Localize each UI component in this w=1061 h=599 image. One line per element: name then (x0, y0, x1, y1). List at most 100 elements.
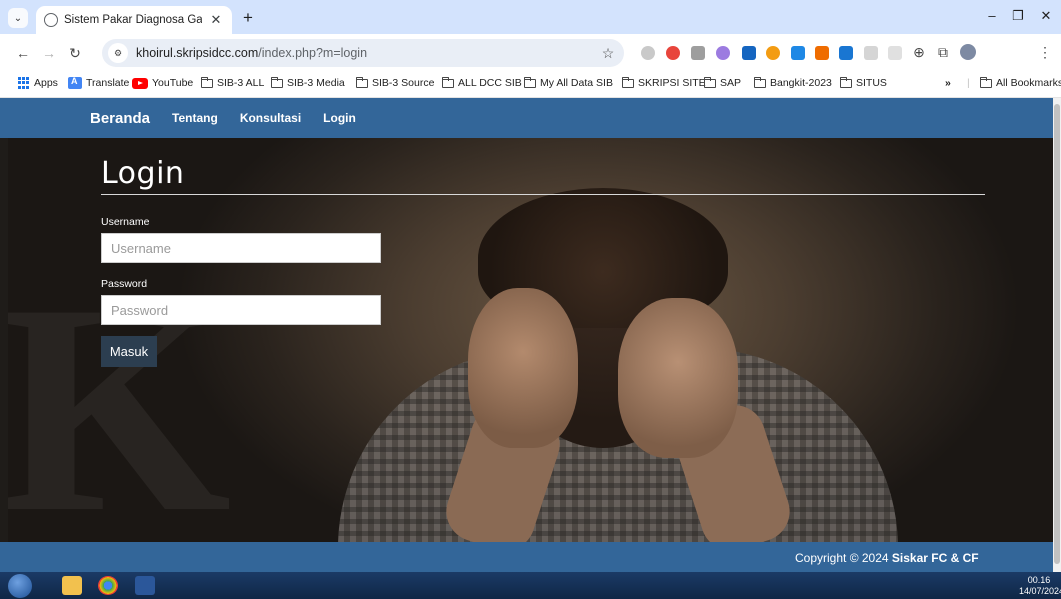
site-info-icon[interactable]: ⚙ (108, 43, 128, 63)
bookmark-label: SKRIPSI SITE (638, 77, 706, 89)
bookmark-label: SAP (720, 77, 742, 89)
bookmark-youtube[interactable]: YouTube (132, 77, 193, 89)
title-divider (101, 194, 985, 195)
translate-icon (68, 76, 82, 89)
hero-figure-hand (468, 288, 578, 448)
bookmark-label: My All Data SIB (540, 77, 613, 89)
bookmarks-bar: Apps Translate YouTube SIB-3 ALL SIB-3 M… (0, 72, 1061, 98)
forward-arrow-icon[interactable]: → (40, 45, 58, 61)
bookmark-label: All Bookmarks (996, 77, 1061, 89)
page-title: Login (101, 156, 185, 191)
folder-icon (979, 76, 992, 88)
bookmark-folder[interactable]: SITUS (839, 76, 887, 89)
tab-search-chevron-icon[interactable]: ⌄ (8, 8, 28, 28)
menu-kebab-icon[interactable]: ⋮ (1036, 44, 1054, 61)
copyright-text: Copyright © 2024 Siskar FC & CF (795, 551, 979, 565)
extension-icon[interactable] (666, 46, 680, 60)
download-icon[interactable]: ⊕ (910, 44, 928, 61)
extension-icon[interactable] (815, 46, 829, 60)
apps-grid-icon (18, 77, 30, 89)
profile-avatar-icon[interactable] (960, 44, 976, 60)
close-window-button[interactable]: ✕ (1036, 8, 1056, 24)
bookmark-folder[interactable]: My All Data SIB (523, 76, 613, 89)
bookmark-folder[interactable]: SIB-3 ALL (200, 76, 265, 89)
bookmark-folder[interactable]: ALL DCC SIB (441, 76, 522, 89)
nav-link-tentang[interactable]: Tentang (172, 111, 218, 125)
extension-icon[interactable] (691, 46, 705, 60)
bookmark-folder[interactable]: Bangkit-2023 (753, 76, 832, 89)
back-arrow-icon[interactable]: ← (14, 45, 32, 61)
extension-icon[interactable] (742, 46, 756, 60)
scrollbar-thumb[interactable] (1054, 104, 1060, 564)
bookmark-star-icon[interactable]: ☆ (596, 45, 620, 62)
nav-link-konsultasi[interactable]: Konsultasi (240, 111, 301, 125)
url-path: /index.php?m=login (258, 46, 368, 60)
file-explorer-icon[interactable] (62, 576, 82, 595)
bookmark-label: SIB-3 Media (287, 77, 345, 89)
extensions-puzzle-icon[interactable]: ⧉ (934, 44, 952, 61)
extension-icon[interactable] (864, 46, 878, 60)
bookmark-label: Translate (86, 77, 130, 89)
password-input[interactable] (101, 295, 381, 325)
username-input[interactable] (101, 233, 381, 263)
folder-icon (270, 76, 283, 88)
bookmark-label: ALL DCC SIB (458, 77, 522, 89)
site-navbar: Beranda Tentang Konsultasi Login (0, 98, 1053, 138)
nav-brand-beranda[interactable]: Beranda (90, 110, 150, 127)
url-text[interactable]: khoirul.skripsidcc.com/index.php?m=login (136, 46, 596, 60)
extension-icon[interactable] (839, 46, 853, 60)
folder-icon (200, 76, 213, 88)
folder-icon (621, 76, 634, 88)
clock-date: 14/07/2024 (1019, 586, 1061, 596)
bookmark-folder[interactable]: SKRIPSI SITE (621, 76, 706, 89)
word-icon[interactable] (135, 576, 155, 595)
folder-icon (523, 76, 536, 88)
web-page: K Beranda Tentang Konsultasi Login Login… (0, 98, 1053, 572)
bookmark-label: Apps (34, 77, 58, 89)
folder-icon (441, 76, 454, 88)
bookmark-folder[interactable]: SIB-3 Source (355, 76, 435, 89)
copyright-brand: Siskar FC & CF (891, 551, 979, 565)
browser-tab-strip: ⌄ Sistem Pakar Diagnosa Ganggu ✕ + – ❐ ✕ (0, 0, 1061, 34)
extension-icon[interactable] (641, 46, 655, 60)
nav-link-login[interactable]: Login (323, 111, 356, 125)
browser-toolbar: ← → ↻ ⚙ khoirul.skripsidcc.com/index.php… (0, 34, 1061, 72)
page-scrollbar[interactable] (1053, 98, 1061, 572)
new-tab-button[interactable]: + (238, 9, 258, 29)
start-button-icon[interactable] (8, 574, 32, 598)
bookmarks-divider: | (967, 77, 970, 89)
bookmark-translate[interactable]: Translate (68, 76, 130, 89)
chrome-icon[interactable] (98, 576, 118, 595)
extension-icon[interactable] (888, 46, 902, 60)
minimize-button[interactable]: – (982, 8, 1002, 23)
bookmark-label: SIB-3 Source (372, 77, 435, 89)
address-bar[interactable]: ⚙ khoirul.skripsidcc.com/index.php?m=log… (102, 39, 624, 67)
bookmark-label: Bangkit-2023 (770, 77, 832, 89)
folder-icon (839, 76, 852, 88)
bookmark-folder[interactable]: SIB-3 Media (270, 76, 345, 89)
extension-icon[interactable] (716, 46, 730, 60)
site-footer: Copyright © 2024 Siskar FC & CF (0, 542, 1053, 572)
bookmark-apps[interactable]: Apps (18, 77, 58, 89)
bookmark-label: SITUS (856, 77, 887, 89)
browser-tab[interactable]: Sistem Pakar Diagnosa Ganggu ✕ (36, 6, 232, 34)
youtube-icon (132, 77, 148, 89)
hero-background-image: K (8, 138, 1053, 542)
maximize-button[interactable]: ❐ (1008, 8, 1028, 24)
bookmark-folder[interactable]: SAP (703, 76, 742, 89)
folder-icon (753, 76, 766, 88)
bookmark-label: SIB-3 ALL (217, 77, 265, 89)
username-label: Username (101, 216, 150, 228)
extension-icon[interactable] (766, 46, 780, 60)
reload-icon[interactable]: ↻ (66, 45, 84, 62)
masuk-button[interactable]: Masuk (101, 336, 157, 367)
tab-title: Sistem Pakar Diagnosa Ganggu (64, 14, 202, 26)
tab-close-icon[interactable]: ✕ (208, 12, 224, 28)
bookmarks-overflow-button[interactable]: » (945, 77, 951, 89)
folder-icon (355, 76, 368, 88)
system-clock[interactable]: 00.16 14/07/2024 (1019, 575, 1061, 597)
password-label: Password (101, 278, 148, 290)
all-bookmarks-button[interactable]: All Bookmarks (979, 76, 1061, 89)
bookmark-label: YouTube (152, 77, 194, 89)
extension-icon[interactable] (791, 46, 805, 60)
